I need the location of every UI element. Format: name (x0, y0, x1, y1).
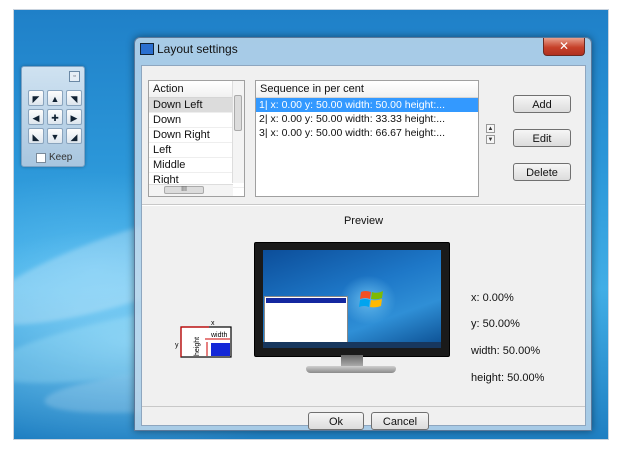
monitor-stand (341, 355, 363, 366)
right-arrow-icon[interactable]: ▶ (66, 109, 82, 125)
diagram-height-label: height (194, 337, 201, 356)
window-client-area: Action Down Left Down Down Right Left Mi… (141, 65, 586, 430)
table-row[interactable]: 1| x: 0.00 y: 50.00 width: 50.00 height:… (256, 98, 478, 112)
windows-logo-icon (359, 291, 383, 308)
preview-window-placement (264, 296, 348, 347)
vertical-scrollbar[interactable] (232, 81, 244, 183)
sequence-list[interactable]: Sequence in per cent 1| x: 0.00 y: 50.00… (255, 80, 479, 197)
button-bar-divider (142, 406, 585, 407)
title-bar[interactable]: Layout settings ✕ (135, 38, 591, 60)
preview-screen (263, 250, 441, 348)
preview-taskbar (263, 342, 441, 348)
keep-checkbox[interactable]: Keep (36, 152, 72, 163)
list-item[interactable]: Down Left (149, 98, 244, 113)
edit-button[interactable]: Edit (513, 129, 571, 147)
delete-button[interactable]: Delete (513, 163, 571, 181)
checkbox-icon[interactable] (36, 152, 46, 163)
list-item[interactable]: Left (149, 143, 244, 158)
preview-window-titlebar (266, 298, 346, 303)
monitor-preview (254, 242, 450, 357)
down-left-arrow-icon[interactable]: ◣ (28, 128, 44, 144)
window-mover-gadget[interactable]: ▫ ◤ ▲ ◥ ◀ ✚ ▶ ◣ ▼ ◢ Keep (21, 66, 85, 167)
table-row[interactable]: 2| x: 0.00 y: 50.00 width: 33.33 height:… (256, 112, 478, 126)
scroll-thumb[interactable]: III (164, 186, 204, 194)
list-item[interactable]: Down (149, 113, 244, 128)
diagram-x-label: x (211, 320, 215, 327)
monitor-base (306, 366, 396, 373)
monitor-app-icon (140, 43, 154, 55)
width-readout: width: 50.00% (471, 345, 541, 357)
list-item[interactable]: Down Right (149, 128, 244, 143)
coordinate-diagram-icon: x y width height (175, 320, 232, 358)
layout-settings-window: Layout settings ✕ Action Down Left Down … (134, 37, 592, 431)
up-right-arrow-icon[interactable]: ◥ (66, 90, 82, 106)
cancel-button[interactable]: Cancel (371, 412, 429, 430)
x-readout: x: 0.00% (471, 292, 514, 304)
gadget-arrow-grid: ◤ ▲ ◥ ◀ ✚ ▶ ◣ ▼ ◢ (28, 90, 82, 144)
action-column-header[interactable]: Action (149, 81, 244, 98)
left-arrow-icon[interactable]: ◀ (28, 109, 44, 125)
center-move-icon[interactable]: ✚ (47, 109, 63, 125)
preview-label: Preview (343, 215, 384, 227)
list-item[interactable]: Middle (149, 158, 244, 173)
up-left-arrow-icon[interactable]: ◤ (28, 90, 44, 106)
scroll-thumb[interactable] (234, 95, 242, 131)
diagram-width-label: width (210, 332, 227, 339)
horizontal-scrollbar[interactable]: III (149, 184, 233, 196)
window-title: Layout settings (157, 42, 238, 56)
sequence-column-header[interactable]: Sequence in per cent (256, 81, 478, 98)
y-readout: y: 50.00% (471, 318, 520, 330)
down-arrow-icon[interactable]: ▼ (47, 128, 63, 144)
add-button[interactable]: Add (513, 95, 571, 113)
move-down-icon[interactable]: ▼ (486, 135, 495, 144)
table-row[interactable]: 3| x: 0.00 y: 50.00 width: 66.67 height:… (256, 126, 478, 140)
down-right-arrow-icon[interactable]: ◢ (66, 128, 82, 144)
divider (142, 204, 585, 206)
gadget-close-icon[interactable]: ▫ (69, 71, 80, 82)
diagram-y-label: y (175, 342, 179, 349)
close-button[interactable]: ✕ (543, 38, 585, 56)
up-arrow-icon[interactable]: ▲ (47, 90, 63, 106)
move-up-icon[interactable]: ▲ (486, 124, 495, 133)
height-readout: height: 50.00% (471, 372, 545, 384)
reorder-spinner: ▲ ▼ (486, 124, 495, 146)
ok-button[interactable]: Ok (308, 412, 364, 430)
keep-label: Keep (49, 152, 73, 163)
action-list[interactable]: Action Down Left Down Down Right Left Mi… (148, 80, 245, 197)
